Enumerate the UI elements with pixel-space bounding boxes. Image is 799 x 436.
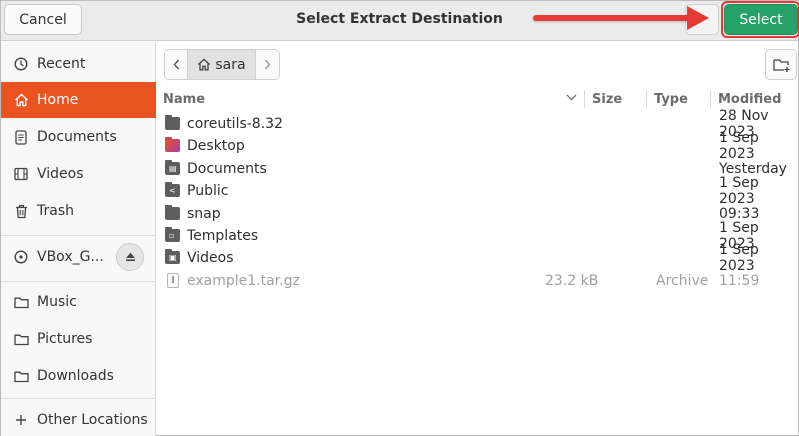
- sidebar-item-label: Home: [37, 92, 79, 108]
- sidebar-separator: [1, 281, 156, 282]
- sidebar-item-label: Other Locations: [37, 412, 148, 428]
- sidebar-item-recent[interactable]: Recent: [1, 46, 156, 82]
- home-icon: [13, 92, 29, 108]
- home-icon: [197, 58, 211, 71]
- file-name: Public: [187, 183, 229, 199]
- file-size: 23.2 kB: [545, 273, 599, 289]
- videos-folder-icon: ▣: [165, 249, 180, 265]
- sidebar-item-label: Recent: [37, 56, 86, 72]
- path-scroll-left-button[interactable]: [164, 49, 188, 80]
- folder-icon: [13, 368, 29, 384]
- file-name: Documents: [187, 161, 267, 177]
- folder-icon: [165, 115, 180, 131]
- new-folder-icon: [772, 58, 790, 72]
- sidebar-item-label: VBox_G...: [37, 249, 104, 265]
- clock-icon: [13, 56, 29, 72]
- sidebar-item-label: Downloads: [37, 368, 114, 384]
- folder-icon: [165, 205, 180, 221]
- column-header-name[interactable]: Name: [163, 87, 583, 111]
- sidebar-item-label: Videos: [37, 166, 84, 182]
- annotation-arrow-head: [687, 6, 709, 30]
- public-folder-icon: <: [165, 182, 180, 198]
- column-header-size[interactable]: Size: [592, 87, 642, 111]
- breadcrumb-label: sara: [215, 56, 246, 73]
- sidebar-item-vbox-drive[interactable]: VBox_G...: [1, 239, 156, 275]
- header-bar: Cancel Select Extract Destination Select: [1, 1, 798, 41]
- sidebar-item-pictures[interactable]: Pictures: [1, 321, 156, 357]
- sidebar-item-label: Music: [37, 294, 77, 310]
- film-icon: [13, 166, 29, 182]
- sidebar-item-label: Trash: [37, 203, 74, 219]
- file-row[interactable]: Desktop 1 Sep 2023: [157, 130, 798, 162]
- sidebar-item-documents[interactable]: Documents: [1, 119, 156, 155]
- desktop-folder-icon: [165, 137, 180, 153]
- column-header-type[interactable]: Type: [654, 87, 706, 111]
- sidebar-item-videos[interactable]: Videos: [1, 156, 156, 192]
- column-separator: [710, 90, 711, 108]
- new-folder-button[interactable]: [765, 49, 797, 80]
- path-scroll-right-button[interactable]: [256, 49, 280, 80]
- file-type: Archive: [656, 273, 709, 289]
- archive-file-icon: [165, 273, 180, 288]
- sidebar-item-music[interactable]: Music: [1, 284, 156, 320]
- file-row[interactable]: ▣ Videos 1 Sep 2023: [157, 242, 798, 274]
- sidebar-item-downloads[interactable]: Downloads: [1, 358, 156, 394]
- column-separator: [584, 90, 585, 108]
- file-name: Desktop: [187, 138, 245, 154]
- file-name: example1.tar.gz: [187, 273, 300, 289]
- plus-icon: [13, 412, 29, 428]
- sidebar-item-other-locations[interactable]: Other Locations: [1, 402, 156, 436]
- chevron-down-icon: [566, 94, 577, 101]
- sidebar-item-home[interactable]: Home: [1, 82, 156, 118]
- places-sidebar: Recent Home Documents Videos Trash VBox_…: [1, 42, 156, 436]
- document-icon: [13, 129, 29, 145]
- trash-icon: [13, 203, 29, 219]
- file-row[interactable]: < Public 1 Sep 2023: [157, 175, 798, 207]
- sidebar-separator: [1, 398, 156, 399]
- file-name: Templates: [187, 228, 259, 244]
- file-row[interactable]: ▫ Templates 1 Sep 2023: [157, 220, 798, 252]
- file-row[interactable]: ▤ Documents Yesterday: [157, 158, 798, 180]
- file-name: coreutils-8.32: [187, 116, 283, 132]
- file-list: Name Size Type Modified coreutils-8.32 2…: [157, 87, 798, 435]
- path-bar: sara: [164, 49, 280, 80]
- sidebar-item-label: Documents: [37, 129, 117, 145]
- file-chooser-dialog: Cancel Select Extract Destination Select…: [0, 0, 799, 436]
- disc-icon: [13, 249, 29, 265]
- documents-folder-icon: ▤: [165, 160, 180, 176]
- sidebar-item-label: Pictures: [37, 331, 93, 347]
- file-modified: 11:59: [719, 273, 760, 289]
- file-row[interactable]: snap 09:33: [157, 203, 798, 225]
- select-button-highlight: [721, 1, 799, 38]
- folder-icon: [13, 331, 29, 347]
- breadcrumb-home[interactable]: sara: [188, 49, 256, 80]
- file-row[interactable]: example1.tar.gz 23.2 kB Archive 11:59: [157, 270, 798, 292]
- file-name: Videos: [187, 250, 234, 266]
- annotation-arrow-shaft: [533, 15, 693, 21]
- sidebar-item-trash[interactable]: Trash: [1, 193, 156, 229]
- templates-folder-icon: ▫: [165, 227, 180, 243]
- column-separator: [646, 90, 647, 108]
- folder-icon: [13, 294, 29, 310]
- file-name: snap: [187, 206, 221, 222]
- eject-icon[interactable]: [116, 243, 144, 271]
- sidebar-separator: [1, 235, 156, 236]
- file-row[interactable]: coreutils-8.32 28 Nov 2023: [157, 108, 798, 140]
